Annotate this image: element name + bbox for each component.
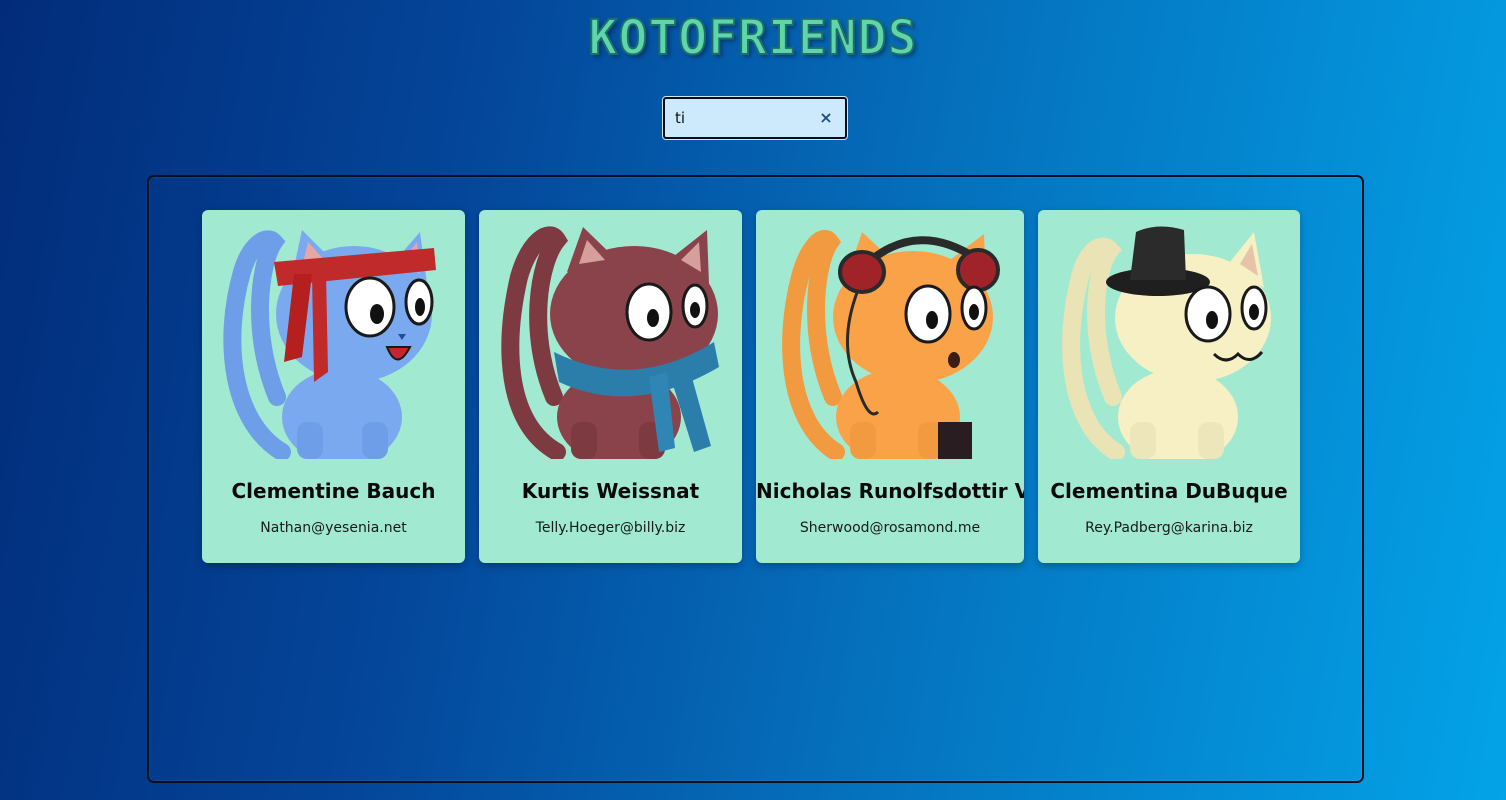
card-name: Kurtis Weissnat bbox=[521, 479, 700, 503]
app-title: KOTOFRIENDS bbox=[588, 9, 918, 67]
card-name: Clementina DuBuque bbox=[1050, 479, 1288, 503]
card-email: Telly.Hoeger@billy.biz bbox=[535, 520, 686, 536]
blue-cat-avatar-icon bbox=[223, 230, 436, 459]
robot-card[interactable]: Nicholas Runolfsdottir V Sherwood@rosamo… bbox=[756, 210, 1024, 563]
robot-card[interactable]: Clementine Bauch Nathan@yesenia.net bbox=[202, 210, 465, 563]
search-input[interactable] bbox=[675, 99, 810, 137]
card-email: Sherwood@rosamond.me bbox=[799, 520, 981, 536]
search-box[interactable]: × bbox=[662, 96, 848, 140]
card-name: Clementine Bauch bbox=[231, 479, 436, 503]
orange-cat-avatar-icon bbox=[782, 230, 1000, 459]
robot-card[interactable]: Kurtis Weissnat Telly.Hoeger@billy.biz bbox=[479, 210, 742, 563]
maroon-cat-avatar-icon bbox=[501, 226, 719, 459]
card-name: Nicholas Runolfsdottir V bbox=[756, 479, 1024, 503]
clear-search-icon[interactable]: × bbox=[817, 108, 835, 128]
robot-card[interactable]: Clementina DuBuque Rey.Padberg@karina.bi… bbox=[1038, 210, 1300, 563]
card-email: Rey.Padberg@karina.biz bbox=[1085, 520, 1253, 536]
card-email: Nathan@yesenia.net bbox=[260, 520, 407, 536]
cream-cat-avatar-icon bbox=[1062, 226, 1271, 459]
